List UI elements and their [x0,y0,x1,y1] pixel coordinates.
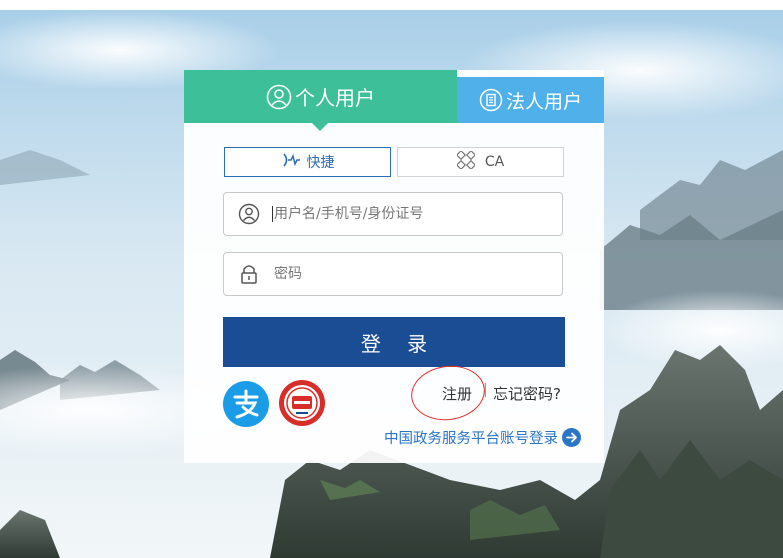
lock-icon [224,263,274,285]
quick-login-label: 快捷 [306,155,335,171]
quick-login-tab[interactable]: 快捷 [224,147,391,177]
ca-login-tab[interactable]: CA [397,147,564,177]
gov-platform-login-label: 中国政务服务平台账号登录 [384,431,558,447]
ca-icon [455,149,476,173]
gov-platform-login-link[interactable]: 中国政务服务平台账号登录 [384,427,581,448]
login-button[interactable]: 登 录 [223,317,565,367]
forgot-password-link[interactable]: 忘记密码? [493,383,561,404]
social-security-card-icon[interactable] [278,379,326,431]
building-icon [479,88,503,112]
user-icon [224,203,274,225]
username-field[interactable] [223,192,563,236]
arrow-right-icon [562,428,581,447]
tab-legal-user[interactable]: 法人用户 [457,77,604,123]
tab-personal-user[interactable]: 个人用户 [184,70,457,131]
password-field[interactable] [223,252,563,296]
ca-login-label: CA [484,154,505,170]
text-caret [272,206,273,222]
tab-personal-label: 个人用户 [295,86,375,110]
quick-login-icon [281,151,301,173]
password-input[interactable] [274,266,544,282]
user-icon [266,84,292,110]
top-strip [0,0,783,10]
username-input[interactable] [274,206,544,222]
tab-legal-label: 法人用户 [505,90,582,113]
alipay-icon[interactable] [223,381,269,431]
active-tab-notch [312,123,328,131]
